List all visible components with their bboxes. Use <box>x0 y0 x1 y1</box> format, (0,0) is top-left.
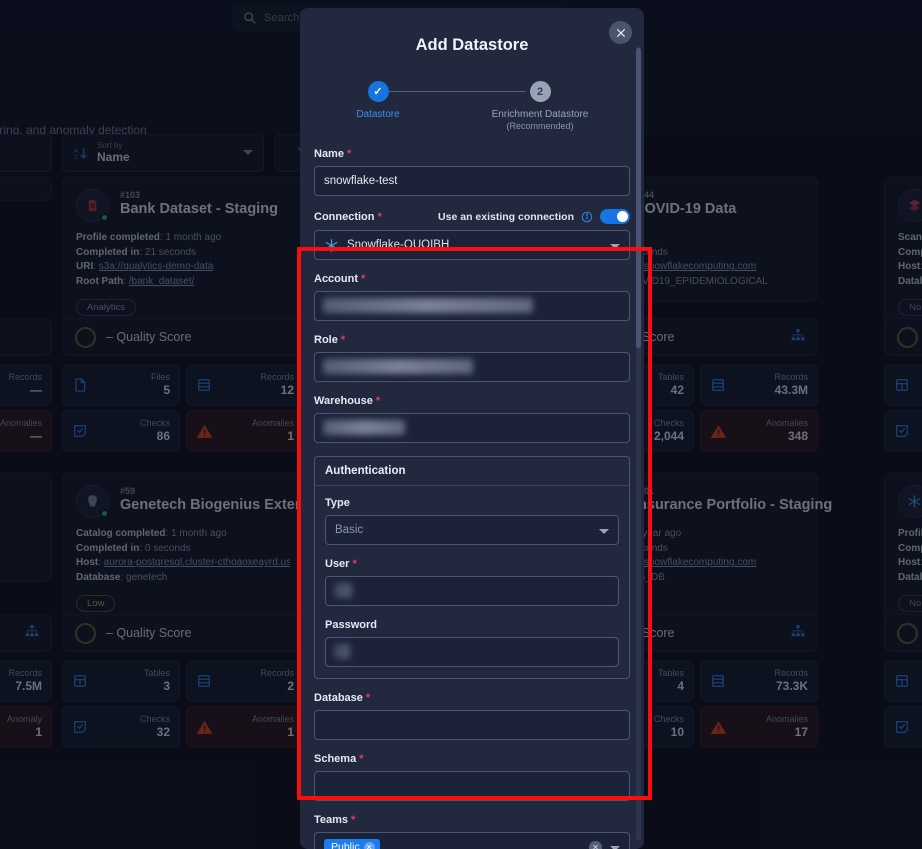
name-label: Name * <box>314 148 352 160</box>
teams-label: Teams * <box>314 814 356 826</box>
schema-input[interactable] <box>314 771 630 801</box>
warehouse-label: Warehouse * <box>314 395 381 407</box>
required-marker: * <box>340 334 346 346</box>
authentication-header: Authentication <box>315 457 629 486</box>
redacted-value <box>334 583 352 598</box>
chevron-down-icon <box>610 244 620 249</box>
auth-type-value: Basic <box>335 524 364 536</box>
use-existing-connection-toggle[interactable] <box>600 209 630 224</box>
close-icon[interactable] <box>609 21 632 44</box>
schema-label: Schema * <box>314 753 364 765</box>
stepper-step-datastore[interactable]: ✓ Datastore <box>313 81 443 120</box>
required-marker: * <box>365 692 371 704</box>
page-title: Add Datastore <box>415 36 529 54</box>
wizard-stepper: ✓ Datastore 2 Enrichment Datastore (Reco… <box>300 81 644 135</box>
required-marker: * <box>359 753 364 765</box>
app-root: Search data ls, monitoring, and anomaly … <box>0 0 922 849</box>
use-existing-connection-label: Use an existing connection <box>438 210 574 223</box>
connection-label: Connection * <box>314 210 382 223</box>
snowflake-icon <box>324 238 339 253</box>
chevron-down-icon <box>599 529 609 534</box>
datastore-form: Name* Connection* Use an existing connec… <box>300 148 644 849</box>
clear-icon[interactable]: ✕ <box>589 841 602 849</box>
auth-password-input[interactable] <box>325 637 619 667</box>
required-marker: * <box>377 210 382 223</box>
stepper-step-enrichment[interactable]: 2 Enrichment Datastore (Recommended) <box>475 81 605 131</box>
auth-user-label: User * <box>325 558 357 570</box>
step-2-label: Enrichment Datastore <box>491 109 589 120</box>
redacted-value <box>323 420 405 435</box>
redacted-value <box>323 359 473 374</box>
step-2-sublabel: (Recommended) <box>506 121 574 131</box>
auth-user-input[interactable] <box>325 576 619 606</box>
step-1-bubble: ✓ <box>367 81 389 102</box>
redacted-value <box>334 644 350 659</box>
name-input[interactable] <box>314 166 630 196</box>
info-icon[interactable] <box>581 211 593 223</box>
redacted-value <box>323 298 533 313</box>
auth-type-label: Type <box>325 497 350 509</box>
step-1-label: Datastore <box>356 109 400 120</box>
add-datastore-modal: Add Datastore ✓ Datastore 2 Enrichment D… <box>300 8 644 849</box>
team-chip-label: Public <box>331 841 360 849</box>
team-chip[interactable]: Public ✕ <box>324 839 380 849</box>
required-marker: * <box>346 148 352 160</box>
authentication-section: Authentication Type Basic User * Password <box>314 456 630 679</box>
auth-password-label: Password <box>325 619 377 631</box>
database-label: Database * <box>314 692 371 704</box>
role-label: Role * <box>314 334 346 346</box>
remove-chip-icon[interactable]: ✕ <box>363 841 375 849</box>
required-marker: * <box>352 558 357 570</box>
required-marker: * <box>361 273 366 285</box>
connection-select[interactable]: Snowflake-OUOIBH <box>314 230 630 260</box>
required-marker: * <box>351 814 356 826</box>
required-marker: * <box>375 395 381 407</box>
connection-value: Snowflake-OUOIBH <box>347 239 450 251</box>
database-input[interactable] <box>314 710 630 740</box>
teams-multiselect[interactable]: Public ✕ ✕ <box>314 832 630 849</box>
account-label: Account * <box>314 273 366 285</box>
step-2-bubble: 2 <box>529 81 551 102</box>
auth-type-select[interactable]: Basic <box>325 515 619 545</box>
connection-header-row: Connection * Use an existing connection <box>314 209 630 224</box>
